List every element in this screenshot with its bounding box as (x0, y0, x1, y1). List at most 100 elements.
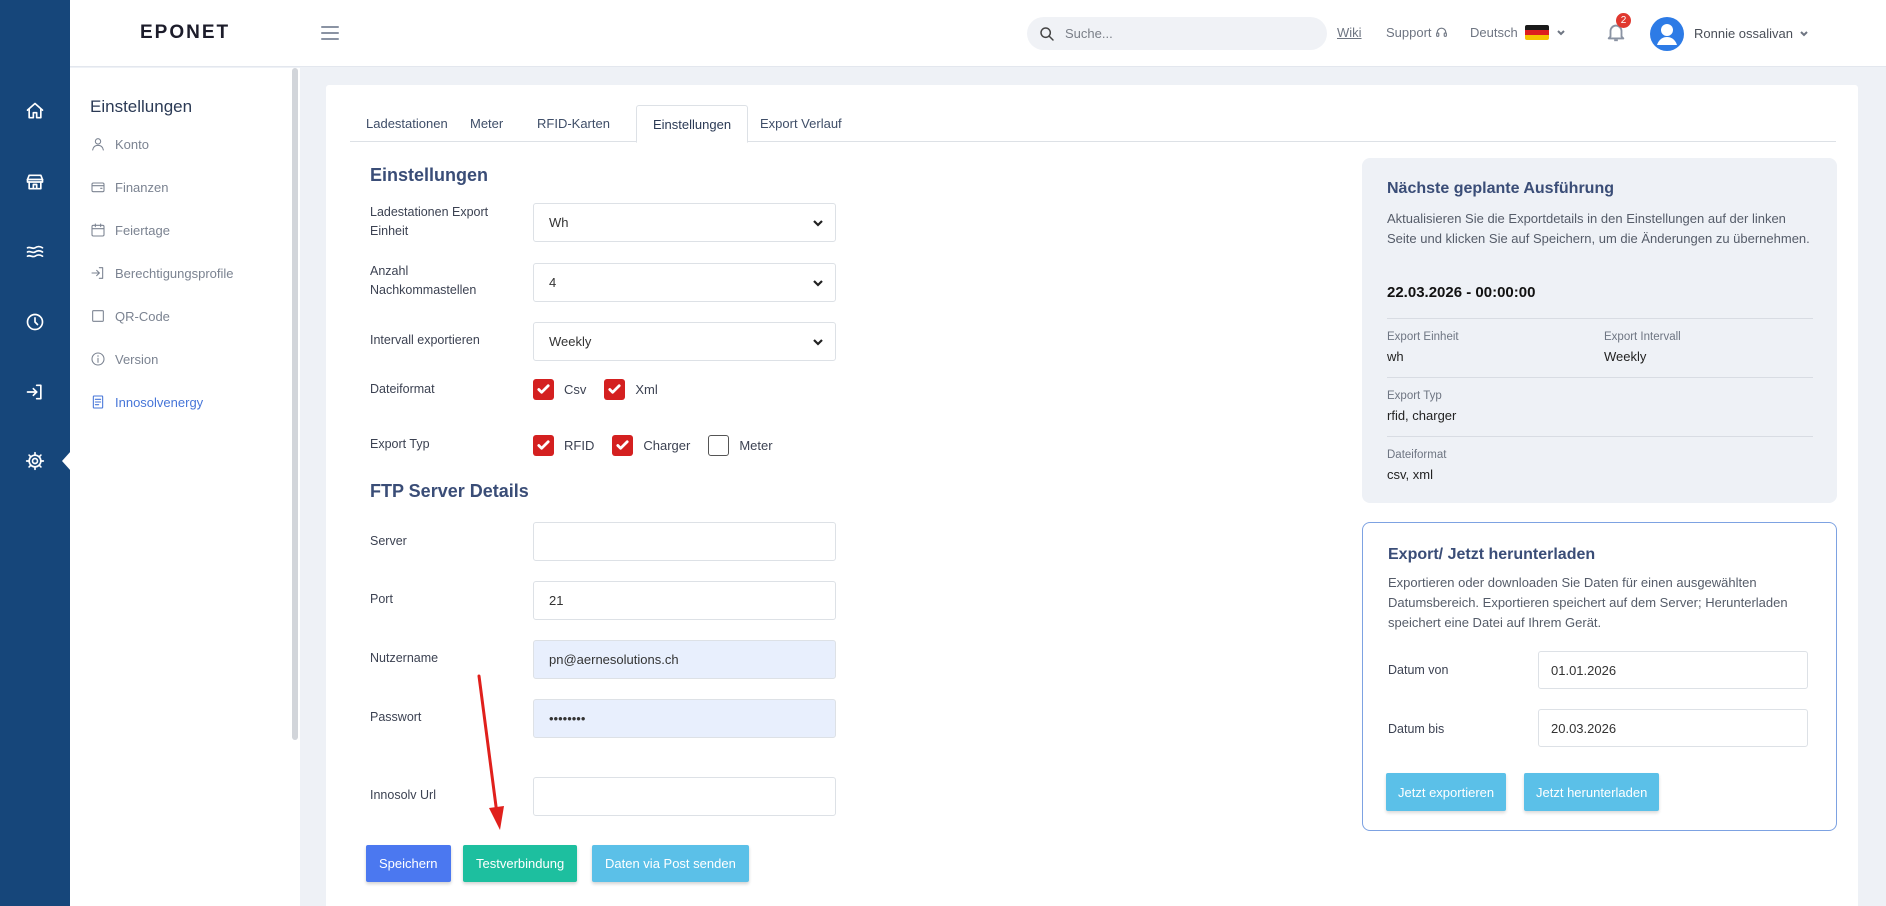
unchecked-box-icon (708, 435, 730, 456)
sidebar-item-label: Berechtigungsprofile (115, 265, 234, 281)
decimals-label-line2: Nachkommastellen (370, 283, 477, 297)
server-label: Server (370, 534, 407, 548)
next-run-panel: Nächste geplante Ausführung Aktualisiere… (1362, 158, 1837, 503)
brand-logo[interactable]: EPONET (140, 22, 230, 44)
interval-value: Weekly (549, 334, 592, 349)
main-card: Ladestationen Meter RFID-Karten Einstell… (326, 85, 1858, 906)
annotation-arrow (477, 674, 504, 830)
export-now-button[interactable]: Jetzt exportieren (1386, 773, 1507, 811)
language-label: Deutsch (1470, 25, 1518, 40)
password-input[interactable]: •••••••• (533, 699, 836, 738)
export-unit-label-line2: Einheit (370, 224, 409, 238)
tab-einstellungen[interactable]: Einstellungen (636, 105, 749, 143)
format-xml-label: Xml (635, 382, 658, 397)
sidebar-item-qr-code[interactable]: QR-Code (90, 308, 170, 324)
test-connection-button[interactable]: Testverbindung (463, 845, 578, 882)
export-unit-select[interactable]: Wh (533, 203, 836, 242)
sidebar-item-finanzen[interactable]: Finanzen (90, 179, 168, 195)
type-charger-label: Charger (643, 438, 691, 453)
username-input[interactable]: pn@aernesolutions.ch (533, 640, 836, 679)
square-icon (92, 310, 104, 322)
sidebar-item-feiertage[interactable]: Feiertage (90, 222, 170, 238)
format-summary-label: Dateiformat (1387, 449, 1447, 461)
tab-export-verlauf[interactable]: Export Verlauf (744, 105, 858, 142)
type-checkboxes: RFID Charger Meter (533, 435, 791, 456)
sidebar-item-version[interactable]: Version (90, 351, 158, 367)
user-menu[interactable]: Ronnie ossalivan (1694, 26, 1809, 41)
tab-ladestationen[interactable]: Ladestationen (350, 105, 464, 142)
chevron-down-icon (813, 339, 823, 346)
sidebar-scrollbar[interactable] (292, 68, 298, 740)
password-label: Passwort (370, 710, 422, 724)
login-icon (91, 267, 104, 279)
checkmark-icon (533, 435, 554, 456)
sidebar-item-label: Version (115, 351, 159, 367)
port-label: Port (370, 592, 393, 606)
port-input[interactable]: 21 (533, 581, 836, 620)
export-unit-label: Ladestationen Export Einheit (370, 203, 488, 241)
sidebar-item-berechtigungsprofile[interactable]: Berechtigungsprofile (90, 265, 234, 281)
format-checkboxes: Csv Xml (533, 379, 676, 400)
download-now-button[interactable]: Jetzt herunterladen (1524, 773, 1660, 811)
interval-summary-value: Weekly (1604, 349, 1647, 364)
type-rfid-checkbox[interactable]: RFID (533, 435, 594, 456)
chevron-down-icon (813, 220, 823, 227)
type-charger-checkbox[interactable]: Charger (612, 435, 690, 456)
format-xml-checkbox[interactable]: Xml (604, 379, 658, 400)
sidebar-item-konto[interactable]: Konto (90, 136, 149, 152)
waves-icon[interactable] (0, 227, 70, 277)
checkmark-icon (604, 379, 626, 400)
next-run-datetime: 22.03.2026 - 00:00:00 (1387, 284, 1536, 301)
login-icon[interactable] (0, 367, 70, 417)
date-to-input[interactable]: 20.03.2026 (1538, 709, 1808, 747)
divider (1387, 377, 1813, 378)
settings-title: Einstellungen (370, 165, 489, 185)
unit-value: wh (1387, 349, 1404, 364)
store-icon[interactable] (0, 157, 70, 207)
next-run-title: Nächste geplante Ausführung (1387, 180, 1614, 197)
interval-select[interactable]: Weekly (533, 322, 836, 361)
hamburger-menu-icon[interactable] (320, 21, 340, 45)
type-rfid-label: RFID (564, 438, 595, 453)
innosolv-url-label: Innosolv Url (370, 788, 436, 802)
decimals-select[interactable]: 4 (533, 263, 836, 302)
headset-icon (1435, 27, 1447, 37)
send-via-post-button[interactable]: Daten via Post senden (592, 845, 749, 882)
sidebar-item-innosolvenergy[interactable]: Innosolvenergy (90, 394, 203, 410)
sidebar-title: Einstellungen (90, 97, 193, 116)
ftp-title: FTP Server Details (370, 481, 529, 501)
type-meter-label: Meter (739, 438, 773, 453)
decimals-label: Anzahl Nachkommastellen (370, 262, 476, 300)
chevron-down-icon (1800, 30, 1808, 36)
innosolv-url-input[interactable] (533, 777, 836, 816)
tab-meter[interactable]: Meter (454, 105, 519, 142)
format-summary-value: csv, xml (1387, 467, 1433, 482)
export-now-title: Export/ Jetzt herunterladen (1388, 546, 1596, 563)
save-button[interactable]: Speichern (366, 845, 451, 882)
clock-icon[interactable] (0, 297, 70, 347)
support-link[interactable]: Support (1386, 25, 1448, 40)
interval-summary-label: Export Intervall (1604, 331, 1681, 343)
left-rail (0, 0, 71, 906)
chevron-down-icon (813, 280, 823, 287)
search-input[interactable] (1065, 26, 1305, 41)
settings-sidebar: Einstellungen Konto Finanzen Feiertage B… (70, 68, 300, 906)
server-input[interactable] (533, 522, 836, 561)
type-label: Export Typ (370, 437, 430, 451)
calendar-icon (91, 223, 105, 237)
checkmark-icon (533, 379, 554, 400)
sidebar-item-label: QR-Code (115, 308, 170, 324)
type-meter-checkbox[interactable]: Meter (708, 435, 773, 456)
tab-bar: Ladestationen Meter RFID-Karten Einstell… (350, 105, 1836, 143)
date-to-label: Datum bis (1388, 722, 1445, 736)
language-selector[interactable]: Deutsch (1470, 25, 1566, 40)
date-from-input[interactable]: 01.01.2026 (1538, 651, 1808, 689)
wiki-link[interactable]: Wiki (1337, 25, 1362, 40)
settings-gear-icon[interactable] (0, 436, 70, 486)
chevron-down-icon (1556, 29, 1565, 35)
home-icon[interactable] (0, 86, 70, 136)
avatar[interactable] (1650, 17, 1684, 51)
type-summary-value: rfid, charger (1387, 408, 1457, 423)
tab-rfid-karten[interactable]: RFID-Karten (521, 105, 626, 142)
format-csv-checkbox[interactable]: Csv (533, 379, 586, 400)
